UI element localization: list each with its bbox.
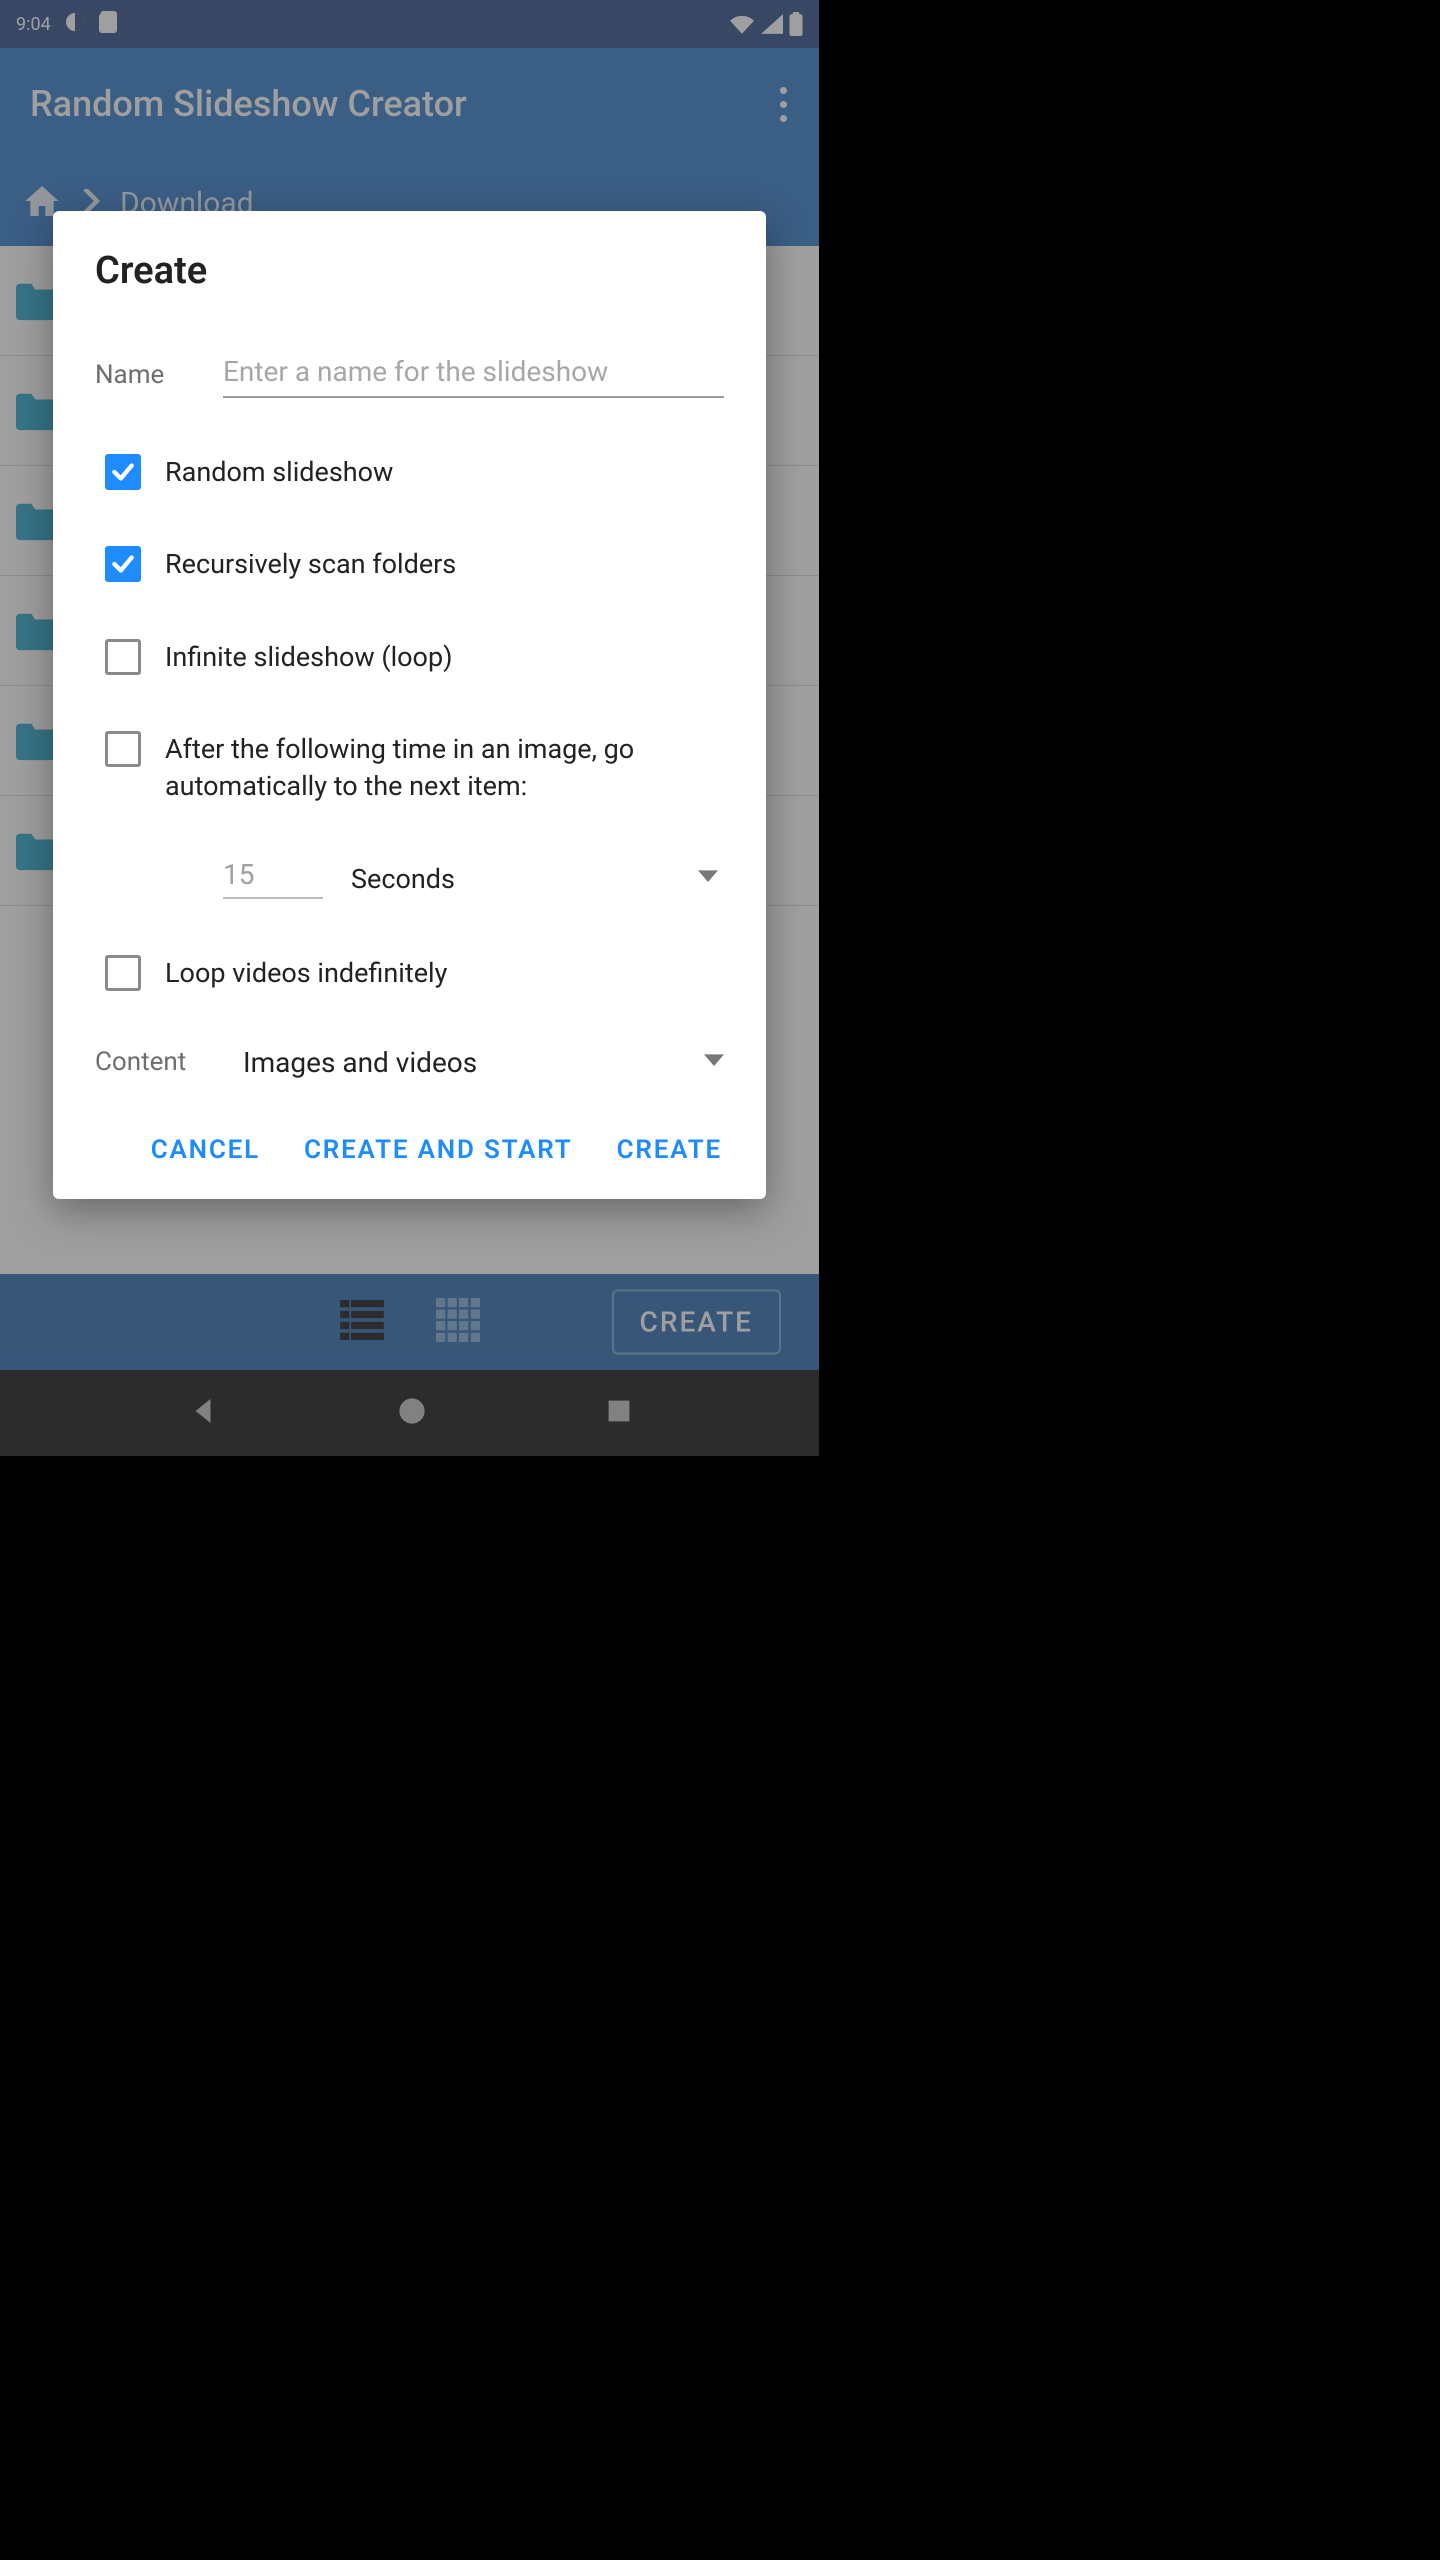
- random-checkbox[interactable]: [105, 454, 141, 490]
- dialog-title: Create: [95, 249, 724, 293]
- create-dialog: Create Name Random slideshow Recursively…: [53, 211, 766, 1199]
- name-label: Name: [95, 360, 223, 390]
- name-input[interactable]: [223, 351, 724, 398]
- content-label: Content: [95, 1047, 243, 1077]
- chevron-down-icon: [704, 1053, 724, 1072]
- time-unit-select[interactable]: Seconds: [351, 863, 724, 895]
- infinite-label: Infinite slideshow (loop): [165, 637, 453, 675]
- time-unit-text: Seconds: [351, 863, 455, 895]
- cancel-button[interactable]: CANCEL: [149, 1123, 262, 1177]
- dialog-actions: CANCEL CREATE AND START CREATE: [95, 1123, 724, 1177]
- content-value: Images and videos: [243, 1046, 477, 1079]
- create-and-start-button[interactable]: CREATE AND START: [302, 1123, 575, 1177]
- screen: 9:04 Random Slideshow Creator: [0, 0, 819, 1456]
- autoadvance-checkbox[interactable]: [105, 731, 141, 767]
- loopvideos-checkbox[interactable]: [105, 955, 141, 991]
- autoadvance-label: After the following time in an image, go…: [165, 729, 724, 804]
- create-button[interactable]: CREATE: [615, 1123, 724, 1177]
- loopvideos-label: Loop videos indefinitely: [165, 953, 447, 991]
- infinite-checkbox[interactable]: [105, 639, 141, 675]
- time-input[interactable]: [223, 858, 323, 899]
- recursive-label: Recursively scan folders: [165, 544, 456, 582]
- chevron-down-icon: [698, 869, 718, 888]
- recursive-checkbox[interactable]: [105, 546, 141, 582]
- content-select[interactable]: Images and videos: [243, 1046, 724, 1079]
- random-label: Random slideshow: [165, 452, 393, 490]
